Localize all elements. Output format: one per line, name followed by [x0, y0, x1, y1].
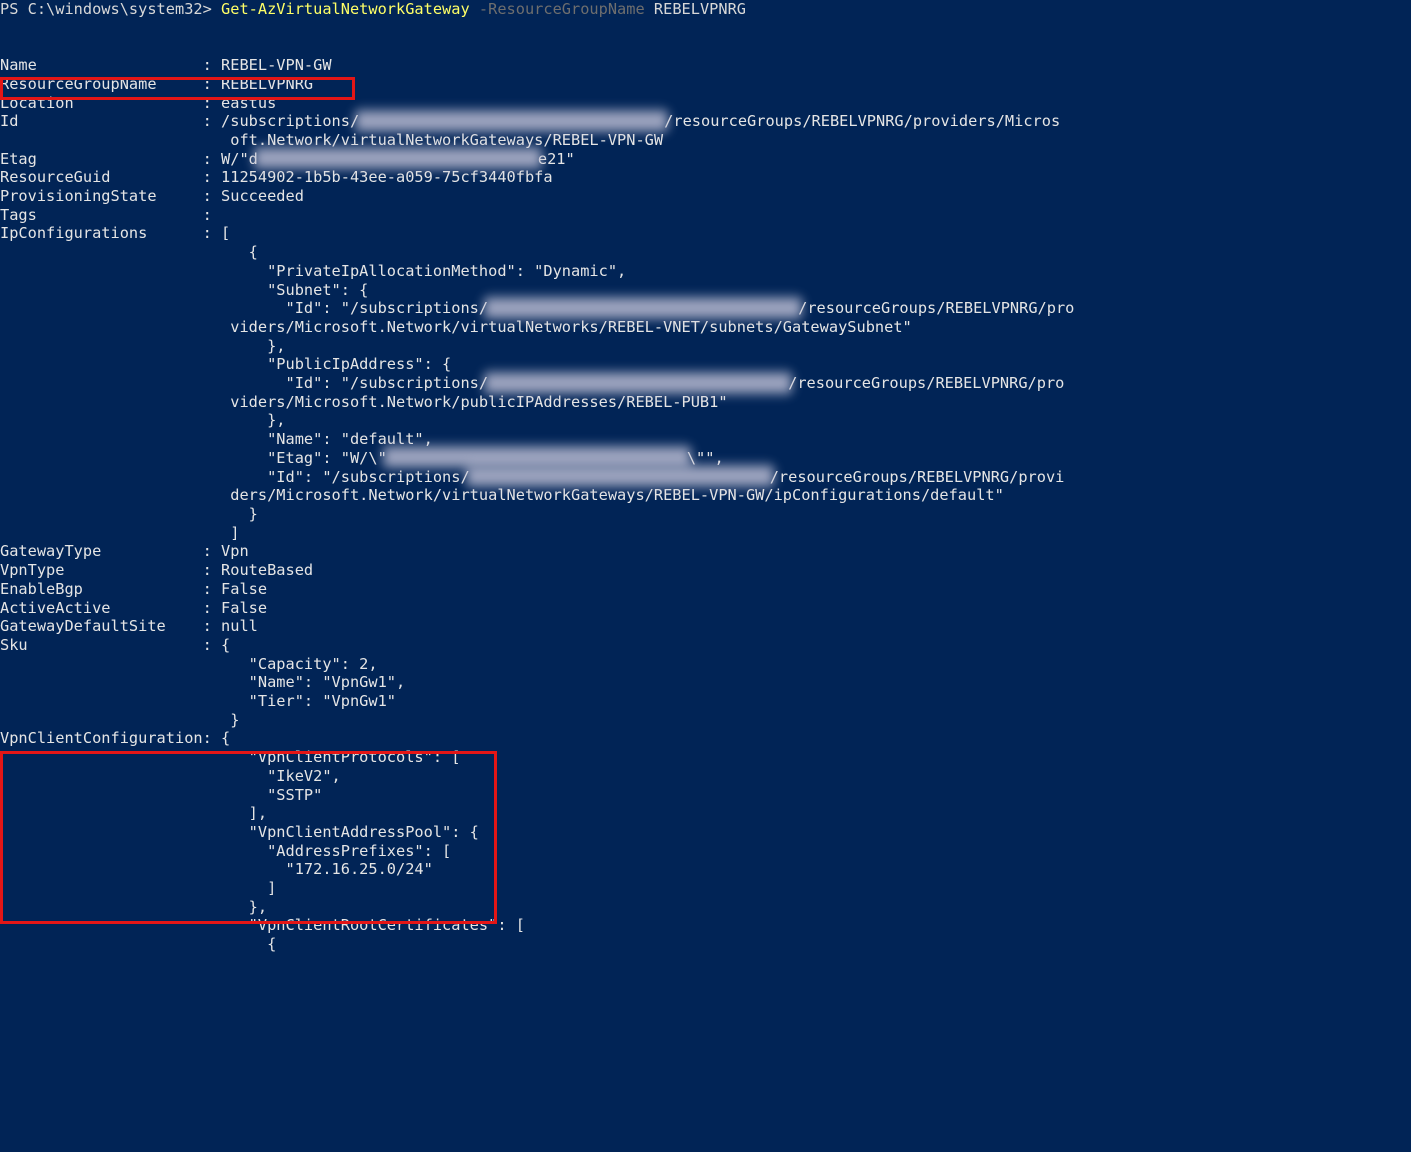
prompt: PS C:\windows\system32> — [0, 0, 221, 18]
param-value: REBELVPNRG — [654, 0, 746, 18]
cmdlet: Get-AzVirtualNetworkGateway — [221, 0, 470, 18]
powershell-terminal[interactable]: PS C:\windows\system32> Get-AzVirtualNet… — [0, 0, 1411, 954]
param-flag: -ResourceGroupName — [470, 0, 654, 18]
